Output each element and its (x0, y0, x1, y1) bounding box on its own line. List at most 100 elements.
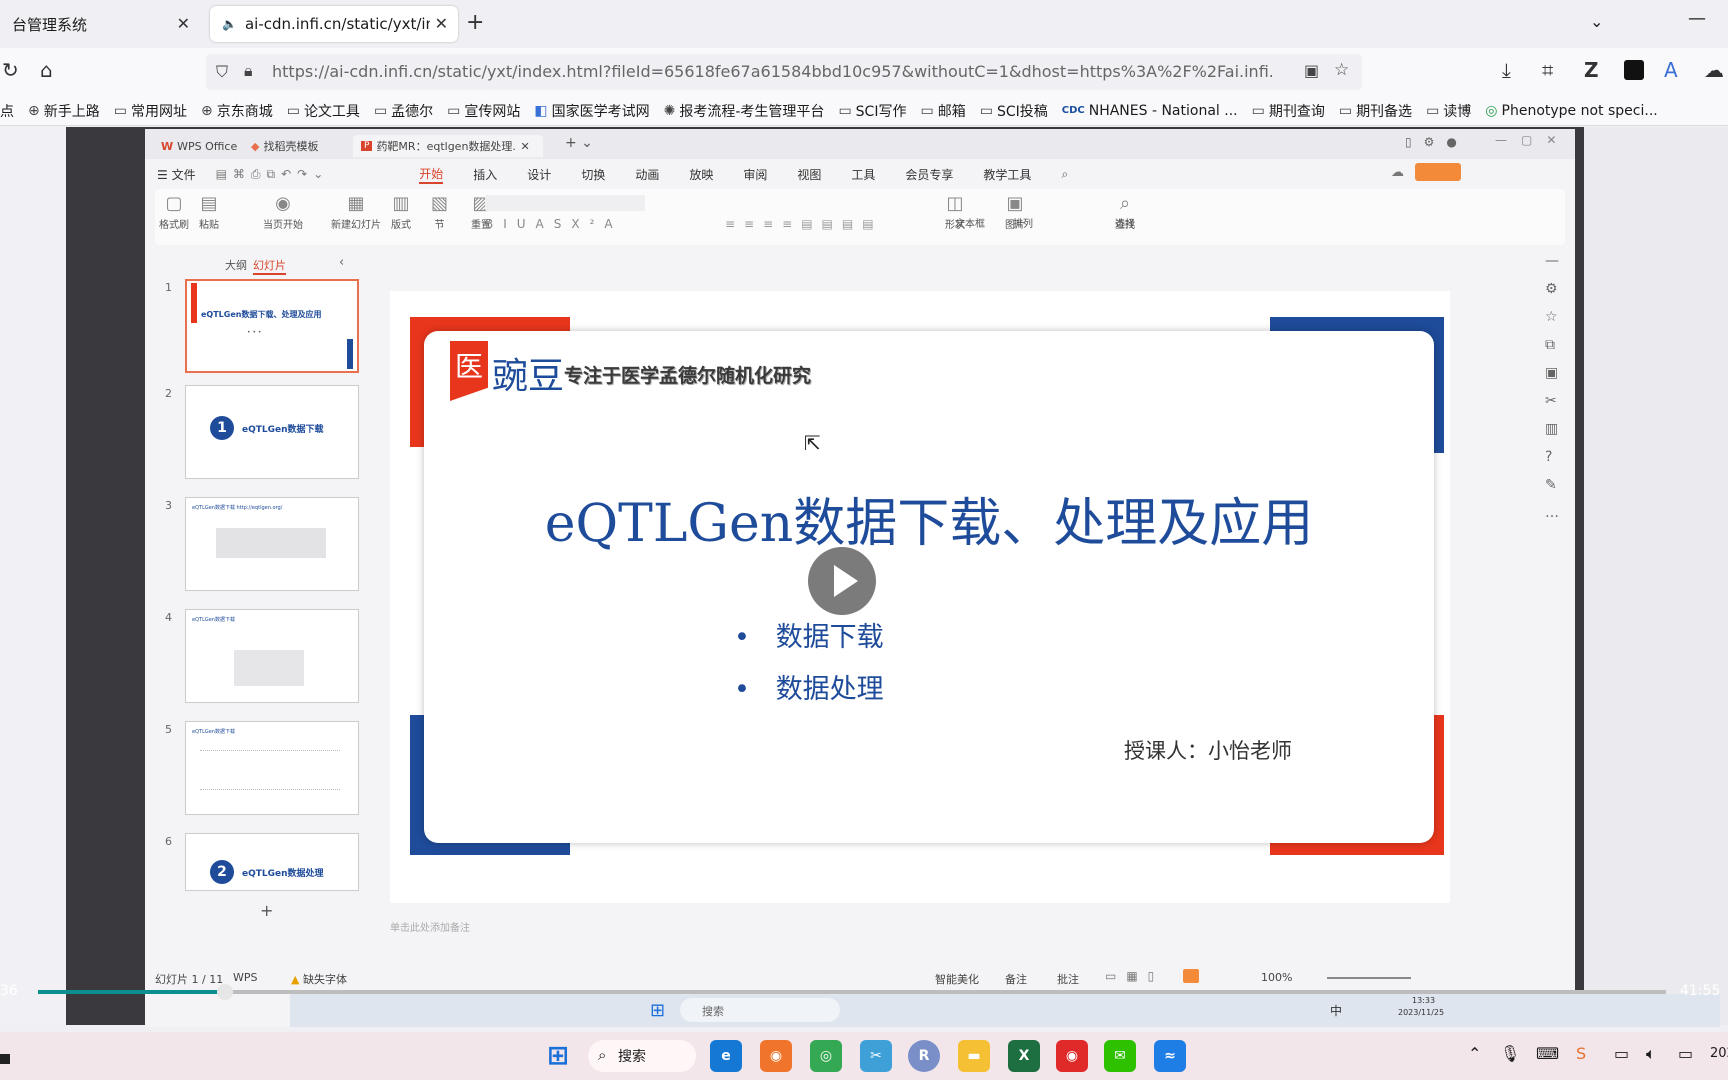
edge-icon[interactable]: e (710, 1040, 742, 1072)
excel-icon[interactable]: X (1008, 1040, 1040, 1072)
star-icon[interactable]: ☆ (1545, 309, 1571, 325)
add-slide-button[interactable]: + (260, 901, 273, 920)
slide-thumb-5[interactable]: eQTLGen数据下载 (185, 721, 359, 815)
wechat-icon[interactable]: ✉ (1104, 1040, 1136, 1072)
minus-icon[interactable]: — (1545, 253, 1571, 269)
windows-start-icon[interactable]: ⊞ (542, 1040, 574, 1072)
wps-tab-templates[interactable]: ◆ 找稻壳模板 (243, 135, 326, 157)
zoom-slider[interactable] (1327, 977, 1411, 979)
settings-icon[interactable]: ⚙ (1545, 281, 1571, 297)
search-icon[interactable]: ⌕ (1061, 167, 1068, 182)
new-slide-button[interactable]: ▦ 新建幻灯片 (331, 189, 381, 231)
screen-capture-icon[interactable]: ▣ (1304, 61, 1319, 80)
bookmark-item[interactable]: ⊕ 新手上路 (28, 101, 100, 121)
tab-slides[interactable]: 幻灯片 (253, 257, 286, 275)
notes-placeholder[interactable]: 单击此处添加备注 (390, 919, 470, 934)
r-app-icon[interactable]: R (908, 1040, 940, 1072)
minimize-window-button[interactable]: — (1688, 8, 1706, 29)
window-buttons[interactable]: —▢✕ (1495, 133, 1570, 147)
feishu-icon[interactable]: ≈ (1154, 1040, 1186, 1072)
shield-icon[interactable]: ⛉ (216, 62, 228, 82)
textbox-button[interactable]: 文本框 (955, 213, 985, 230)
bookmark-item[interactable]: ✺ 报考流程-考生管理平台 (664, 101, 825, 121)
browser-tab-active[interactable]: 🔈 ai-cdn.infi.cn/static/yxt/index ✕ (210, 6, 458, 42)
bookmark-folder[interactable]: ▭ SCI投稿 (980, 101, 1048, 121)
menu-design[interactable]: 设计 (527, 166, 551, 183)
menu-tools[interactable]: 工具 (851, 166, 875, 183)
wps-tab-document[interactable]: P 药靶MR：eqtlgen数据处理.p ✕ (353, 135, 543, 157)
slide-thumb-4[interactable]: eQTLGen数据下载 (185, 609, 359, 703)
slide-thumb-1[interactable]: eQTLGen数据下载、处理及应用 • • • (185, 279, 359, 373)
font-warning[interactable]: ▲ 缺失字体 (291, 971, 347, 987)
taskbar-clock[interactable]: 202 (1710, 1046, 1728, 1061)
menu-file[interactable]: ☰ 文件 (157, 166, 196, 183)
netease-music-icon[interactable]: ◉ (1056, 1040, 1088, 1072)
bookmark-folder[interactable]: ▭ 宣传网站 (447, 101, 520, 121)
window-controls[interactable]: ▯⚙● (1405, 135, 1469, 149)
font-format-icons[interactable]: BIUASX²A (485, 217, 623, 231)
close-tab-icon[interactable]: ✕ (520, 140, 529, 153)
address-bar[interactable]: ⛉ 🔒︎ https://ai-cdn.infi.cn/static/yxt/i… (206, 54, 1362, 90)
slide-thumb-2[interactable]: 1 eQTLGen数据下载 (185, 385, 359, 479)
select-button[interactable]: 选择 (1115, 213, 1135, 230)
paste-button[interactable]: ▤ 粘贴 (199, 189, 219, 231)
chrome-icon[interactable]: ◎ (810, 1040, 842, 1072)
cloud-icon[interactable]: ☁ (1391, 165, 1404, 180)
menu-animation[interactable]: 动画 (635, 166, 659, 183)
star-icon[interactable]: ☆ (1334, 60, 1349, 80)
menu-transition[interactable]: 切换 (581, 166, 605, 183)
bookmark-folder[interactable]: ▭ 期刊备选 (1339, 101, 1412, 121)
menu-view[interactable]: 视图 (797, 166, 821, 183)
zotero-icon[interactable]: Z (1584, 58, 1599, 82)
wps-tab-home[interactable]: W WPS Office (153, 135, 245, 157)
slide-thumb-3[interactable]: eQTLGen数据下载 http://eqtlgen.org/ (185, 497, 359, 591)
format-painter-button[interactable]: ▢ 格式刷 (159, 189, 189, 231)
bookmark-item[interactable]: ⊕ 京东商城 (201, 101, 273, 121)
font-select[interactable] (485, 195, 645, 211)
comments-button[interactable]: 批注 (1057, 971, 1079, 987)
lock-icon[interactable]: 🔒︎ (244, 61, 253, 81)
bookmark-folder[interactable]: ▭ 常用网址 (114, 101, 187, 121)
view-mode-icons[interactable]: ▭▦▯ (1105, 969, 1164, 983)
book-icon[interactable]: ▥ (1545, 421, 1571, 437)
menu-teaching[interactable]: 教学工具 (983, 166, 1031, 183)
video-progress-track[interactable] (38, 990, 1666, 994)
network-icon[interactable]: ▭ (1614, 1044, 1629, 1063)
bookmark-item[interactable]: CDC NHANES - National ... (1062, 103, 1238, 119)
close-tab-icon[interactable]: ✕ (177, 14, 190, 33)
add-tab-icon[interactable]: + ⌄ (565, 135, 593, 151)
copy-icon[interactable]: ⧉ (1545, 337, 1571, 353)
snipping-tool-icon[interactable]: ✂ (860, 1040, 892, 1072)
bookmark-item[interactable]: 点 (0, 101, 14, 121)
layout-button[interactable]: ▥ 版式 (391, 189, 411, 231)
bookmark-folder[interactable]: ▭ 孟德尔 (374, 101, 433, 121)
battery-icon[interactable]: ▭ (1678, 1044, 1693, 1063)
bookmark-item[interactable]: ◧ 国家医学考试网 (534, 101, 649, 121)
play-from-current-button[interactable]: ◉ 当页开始 (263, 189, 303, 231)
theme-label[interactable]: WPS (233, 971, 258, 984)
file-explorer-icon[interactable]: ▬ (958, 1040, 990, 1072)
more-icon[interactable]: … (1545, 505, 1571, 521)
menu-slideshow[interactable]: 放映 (689, 166, 713, 183)
video-player[interactable]: W WPS Office ◆ 找稻壳模板 P 药靶MR：eqtlgen数据处理.… (0, 127, 1728, 1027)
collapse-panel-icon[interactable]: ‹ (339, 255, 344, 270)
zoom-level[interactable]: 100% (1261, 971, 1292, 984)
menu-home[interactable]: 开始 (419, 165, 444, 184)
bookmark-folder[interactable]: ▭ 期刊查询 (1252, 101, 1325, 121)
slide-thumb-6[interactable]: 2 eQTLGen数据处理 (185, 833, 359, 891)
bookmark-folder[interactable]: ▭ SCI写作 (838, 101, 906, 121)
notes-button[interactable]: 备注 (1005, 971, 1027, 987)
download-icon[interactable]: ⤓ (1502, 58, 1511, 82)
microphone-icon[interactable]: 🎙︎ (1500, 1044, 1520, 1063)
browser-tab-admin[interactable]: 台管理系统 ✕ (0, 6, 200, 42)
translate-icon[interactable]: A (1664, 58, 1678, 82)
help-icon[interactable]: ? (1545, 449, 1571, 465)
image-icon[interactable]: ▣ (1545, 365, 1571, 381)
chevron-down-icon[interactable]: ⌄ (1590, 12, 1603, 31)
bookmark-folder[interactable]: ▭ 论文工具 (287, 101, 360, 121)
bookmark-folder[interactable]: ▭ 邮箱 (920, 101, 965, 121)
new-tab-button[interactable]: + (466, 10, 484, 35)
bookmark-folder[interactable]: ▭ 读博 (1426, 101, 1471, 121)
crop-icon[interactable]: ⌗ (1542, 58, 1553, 82)
url-text[interactable]: https://ai-cdn.infi.cn/static/yxt/index.… (272, 62, 1272, 81)
